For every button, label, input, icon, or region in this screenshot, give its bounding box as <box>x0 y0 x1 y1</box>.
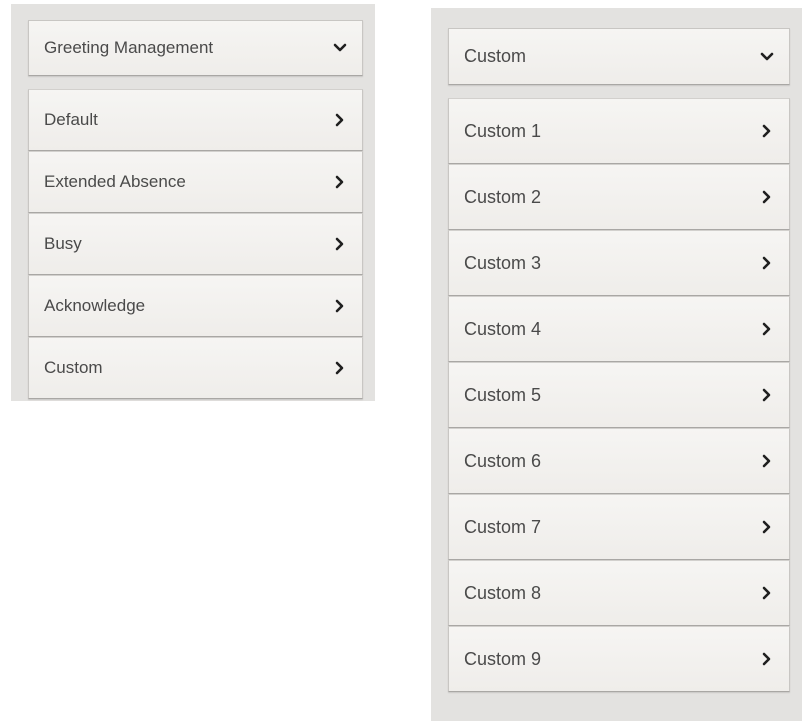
custom-item-1[interactable]: Custom 1 <box>448 98 790 164</box>
list-item-label: Acknowledge <box>44 296 146 315</box>
custom-greetings-panel: Custom Custom 1 Custom 2 Custom 3 Custom… <box>431 8 802 721</box>
chevron-right-icon <box>758 386 776 404</box>
list-item-label: Busy <box>44 234 82 253</box>
greeting-item-custom[interactable]: Custom <box>28 337 363 399</box>
chevron-right-icon <box>758 122 776 140</box>
list-item-label: Custom 9 <box>464 648 542 669</box>
chevron-right-icon <box>758 452 776 470</box>
chevron-down-icon <box>758 48 776 66</box>
chevron-right-icon <box>758 650 776 668</box>
chevron-right-icon <box>331 235 349 253</box>
custom-item-6[interactable]: Custom 6 <box>448 428 790 494</box>
greeting-management-dropdown[interactable]: Greeting Management <box>28 20 363 76</box>
custom-item-5[interactable]: Custom 5 <box>448 362 790 428</box>
list-item-label: Custom 6 <box>464 450 542 471</box>
list-item-label: Custom 4 <box>464 318 542 339</box>
custom-item-2[interactable]: Custom 2 <box>448 164 790 230</box>
chevron-right-icon <box>758 584 776 602</box>
custom-item-8[interactable]: Custom 8 <box>448 560 790 626</box>
chevron-right-icon <box>758 188 776 206</box>
greeting-item-acknowledge[interactable]: Acknowledge <box>28 275 363 337</box>
list-item-label: Custom 3 <box>464 252 542 273</box>
chevron-right-icon <box>331 359 349 377</box>
custom-item-3[interactable]: Custom 3 <box>448 230 790 296</box>
chevron-down-icon <box>331 39 349 57</box>
list-item-label: Custom 7 <box>464 516 542 537</box>
list-item-label: Default <box>44 110 98 129</box>
chevron-right-icon <box>758 320 776 338</box>
list-item-label: Custom 1 <box>464 120 542 141</box>
list-item-label: Custom 2 <box>464 186 542 207</box>
list-item-label: Custom 5 <box>464 384 542 405</box>
custom-item-4[interactable]: Custom 4 <box>448 296 790 362</box>
greeting-item-extended-absence[interactable]: Extended Absence <box>28 151 363 213</box>
greeting-management-panel: Greeting Management Default Extended Abs… <box>11 4 375 401</box>
chevron-right-icon <box>758 518 776 536</box>
list-item-label: Custom <box>44 358 103 377</box>
greeting-item-busy[interactable]: Busy <box>28 213 363 275</box>
chevron-right-icon <box>331 111 349 129</box>
list-item-label: Extended Absence <box>44 172 186 191</box>
custom-item-9[interactable]: Custom 9 <box>448 626 790 692</box>
dropdown-label: Custom <box>464 46 527 66</box>
greeting-item-default[interactable]: Default <box>28 89 363 151</box>
chevron-right-icon <box>331 173 349 191</box>
chevron-right-icon <box>331 297 349 315</box>
dropdown-label: Greeting Management <box>44 38 214 57</box>
custom-dropdown[interactable]: Custom <box>448 28 790 85</box>
list-item-label: Custom 8 <box>464 582 542 603</box>
custom-item-7[interactable]: Custom 7 <box>448 494 790 560</box>
chevron-right-icon <box>758 254 776 272</box>
